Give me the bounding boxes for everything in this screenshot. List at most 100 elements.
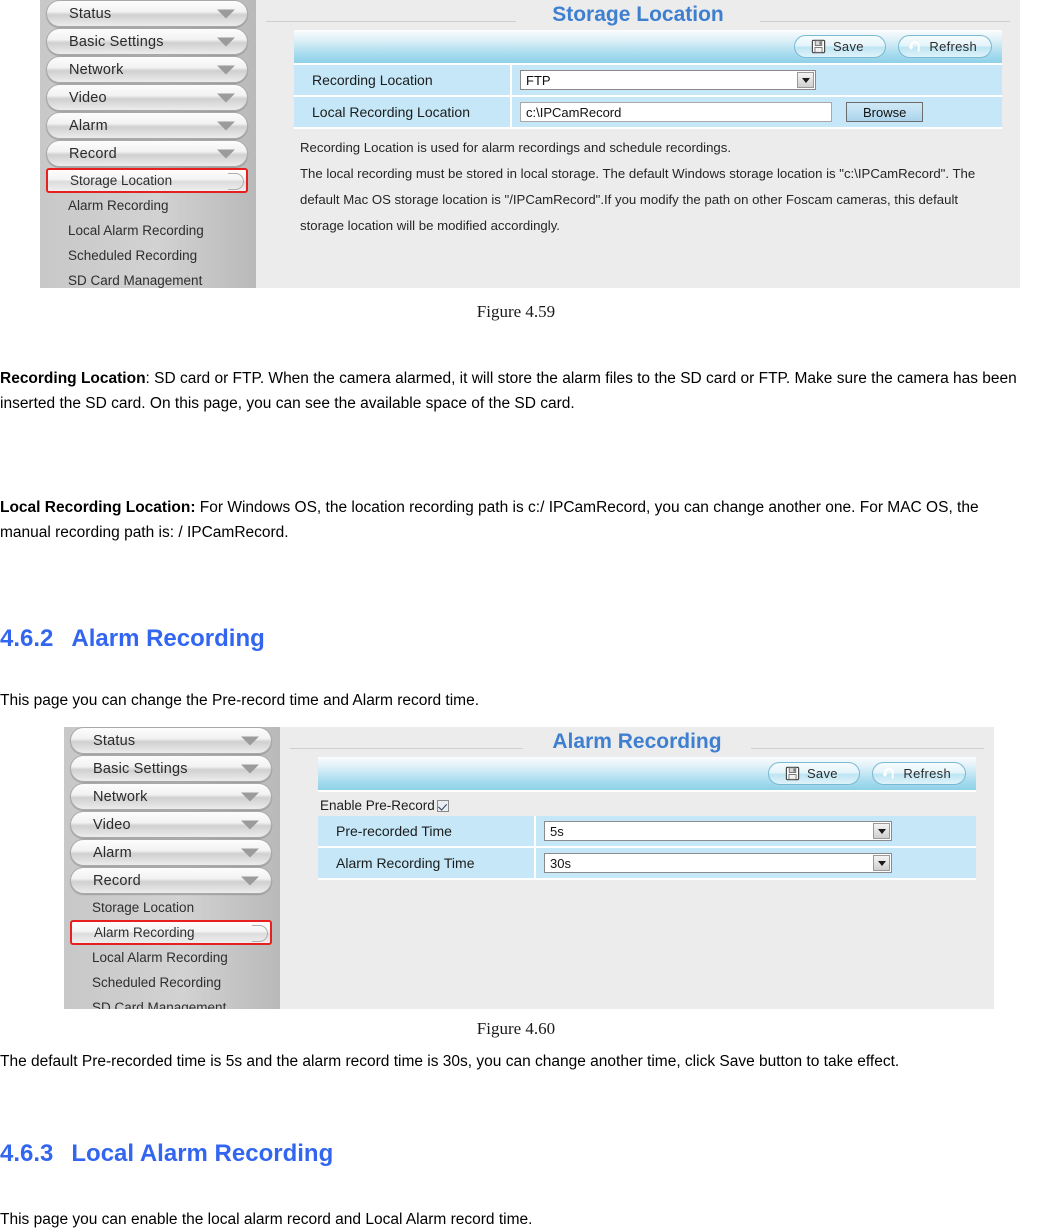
- paragraph-intro-463: This page you can enable the local alarm…: [0, 1211, 533, 1228]
- alarm-recording-time-select[interactable]: 30s: [544, 853, 892, 873]
- chevron-down-icon: [217, 65, 235, 74]
- chevron-down-icon: [241, 820, 259, 829]
- sidebar-item-video[interactable]: Video: [70, 811, 272, 838]
- sidebar-subitem-local-alarm-recording[interactable]: Local Alarm Recording: [64, 945, 280, 970]
- row-label: Pre-recorded Time: [318, 816, 536, 846]
- paragraph-local-recording-location: Local Recording Location: For Windows OS…: [0, 495, 1020, 545]
- main-panel-figure2: Alarm Recording Save Refresh Enable Pre-…: [280, 727, 994, 1009]
- section-heading-463: 4.6.3 Local Alarm Recording: [0, 1140, 333, 1168]
- recording-location-value: FTP: [526, 72, 551, 88]
- sidebar-item-alarm[interactable]: Alarm: [70, 839, 272, 866]
- sidebar-item-status[interactable]: Status: [70, 727, 272, 754]
- sidebar-item-record[interactable]: Record: [46, 140, 248, 167]
- enable-pre-record-checkbox[interactable]: [436, 799, 449, 812]
- panel-toolbar: Save Refresh: [318, 757, 976, 792]
- sidebar-subitem-label: Scheduled Recording: [92, 975, 222, 990]
- refresh-arrow-icon: [908, 41, 921, 52]
- enable-pre-record-label: Enable Pre-Record: [320, 798, 435, 813]
- sidebar-subitem-scheduled-recording[interactable]: Scheduled Recording: [40, 243, 256, 268]
- alarm-recording-time-value: 30s: [550, 855, 571, 871]
- sidebar-item-label: Record: [93, 872, 141, 889]
- floppy-disk-icon: [811, 39, 826, 54]
- sidebar-subitem-storage-location[interactable]: Storage Location: [46, 168, 248, 193]
- sidebar-subitem-label: Local Alarm Recording: [92, 950, 228, 965]
- page-title: Storage Location: [256, 0, 1020, 30]
- sidebar-subitem-label: Local Alarm Recording: [68, 223, 204, 238]
- sidebar-item-label: Status: [93, 732, 136, 749]
- section-number: 4.6.2: [0, 625, 54, 652]
- refresh-arrow-icon: [882, 768, 895, 779]
- chevron-down-icon[interactable]: [797, 72, 814, 88]
- refresh-button-label: Refresh: [903, 766, 951, 781]
- local-recording-location-input[interactable]: c:\IPCamRecord: [520, 102, 832, 122]
- sidebar-item-label: Network: [69, 61, 124, 78]
- sidebar-subitem-storage-location[interactable]: Storage Location: [64, 895, 280, 920]
- sidebar-item-basic-settings[interactable]: Basic Settings: [70, 755, 272, 782]
- sidebar-item-label: Video: [93, 816, 131, 833]
- paragraph-after-fig460: The default Pre-recorded time is 5s and …: [0, 1053, 900, 1070]
- sidebar-item-video[interactable]: Video: [46, 84, 248, 111]
- save-button[interactable]: Save: [794, 35, 887, 58]
- figure-caption-459: Figure 4.59: [476, 302, 556, 321]
- sidebar-item-network[interactable]: Network: [46, 56, 248, 83]
- row-label: Recording Location: [294, 65, 512, 95]
- row-label: Alarm Recording Time: [318, 848, 536, 878]
- sidebar-item-label: Network: [93, 788, 148, 805]
- sidebar-subitem-alarm-recording[interactable]: Alarm Recording: [40, 193, 256, 218]
- chevron-down-icon[interactable]: [873, 855, 890, 871]
- sidebar-subitem-sd-card-management[interactable]: SD Card Management: [64, 995, 280, 1009]
- sidebar-item-network[interactable]: Network: [70, 783, 272, 810]
- pre-recorded-time-select[interactable]: 5s: [544, 821, 892, 841]
- figure-caption-460: Figure 4.60: [476, 1019, 556, 1038]
- sidebar-item-basic-settings[interactable]: Basic Settings: [46, 28, 248, 55]
- chevron-down-icon[interactable]: [873, 823, 890, 839]
- sidebar-subitem-sd-card-management[interactable]: SD Card Management: [40, 268, 256, 288]
- sidebar-item-label: Video: [69, 89, 107, 106]
- sidebar-subitem-label: SD Card Management: [92, 1000, 227, 1009]
- chevron-down-icon: [217, 149, 235, 158]
- paragraph-local-recording-location-term: Local Recording Location:: [0, 499, 196, 516]
- sidebar-subitem-label: SD Card Management: [68, 273, 203, 288]
- refresh-button[interactable]: Refresh: [898, 35, 992, 58]
- pre-recorded-time-value: 5s: [550, 823, 564, 839]
- screenshot-alarm-recording: Status Basic Settings Network Video Alar…: [64, 727, 994, 1009]
- form-row-alarm-recording-time: Alarm Recording Time 30s: [318, 848, 976, 880]
- recording-location-select[interactable]: FTP: [520, 70, 816, 90]
- form-row-pre-recorded-time: Pre-recorded Time 5s: [318, 816, 976, 848]
- refresh-button-label: Refresh: [929, 39, 977, 54]
- sidebar-item-label: Basic Settings: [69, 33, 164, 50]
- refresh-button[interactable]: Refresh: [872, 762, 966, 785]
- sidebar-item-label: Record: [69, 145, 117, 162]
- sidebar-figure2: Status Basic Settings Network Video Alar…: [64, 727, 294, 1009]
- chevron-down-icon: [217, 121, 235, 130]
- chevron-down-icon: [217, 37, 235, 46]
- chevron-down-icon: [241, 848, 259, 857]
- save-button-label: Save: [832, 39, 864, 54]
- panel-note-1: Recording Location is used for alarm rec…: [300, 140, 732, 155]
- paragraph-intro-462: This page you can change the Pre-record …: [0, 692, 480, 709]
- save-button[interactable]: Save: [768, 762, 861, 785]
- sidebar-item-record[interactable]: Record: [70, 867, 272, 894]
- sidebar-figure1: Status Basic Settings Network Video Alar…: [40, 0, 270, 288]
- chevron-down-icon: [217, 9, 235, 18]
- save-button-label: Save: [806, 766, 838, 781]
- section-title: Alarm Recording: [71, 625, 265, 652]
- page-title: Alarm Recording: [280, 727, 994, 757]
- chevron-down-icon: [241, 792, 259, 801]
- browse-button[interactable]: Browse: [846, 102, 924, 122]
- local-recording-location-value: c:\IPCamRecord: [526, 104, 622, 120]
- main-panel-figure1: Storage Location Save Refresh Recording …: [256, 0, 1020, 288]
- sidebar-subitem-label: Alarm Recording: [68, 198, 169, 213]
- screenshot-storage-location: Status Basic Settings Network Video Alar…: [40, 0, 1020, 288]
- sidebar-item-label: Basic Settings: [93, 760, 188, 777]
- sidebar-item-alarm[interactable]: Alarm: [46, 112, 248, 139]
- sidebar-subitem-scheduled-recording[interactable]: Scheduled Recording: [64, 970, 280, 995]
- section-number: 4.6.3: [0, 1140, 54, 1167]
- paragraph-recording-location: Recording Location: SD card or FTP. When…: [0, 366, 1062, 416]
- sidebar-item-label: Alarm: [69, 117, 108, 134]
- enable-pre-record-row[interactable]: Enable Pre-Record: [318, 792, 976, 816]
- sidebar-item-status[interactable]: Status: [46, 0, 248, 27]
- sidebar-subitem-label: Storage Location: [92, 900, 195, 915]
- sidebar-subitem-alarm-recording[interactable]: Alarm Recording: [70, 920, 272, 945]
- sidebar-subitem-local-alarm-recording[interactable]: Local Alarm Recording: [40, 218, 256, 243]
